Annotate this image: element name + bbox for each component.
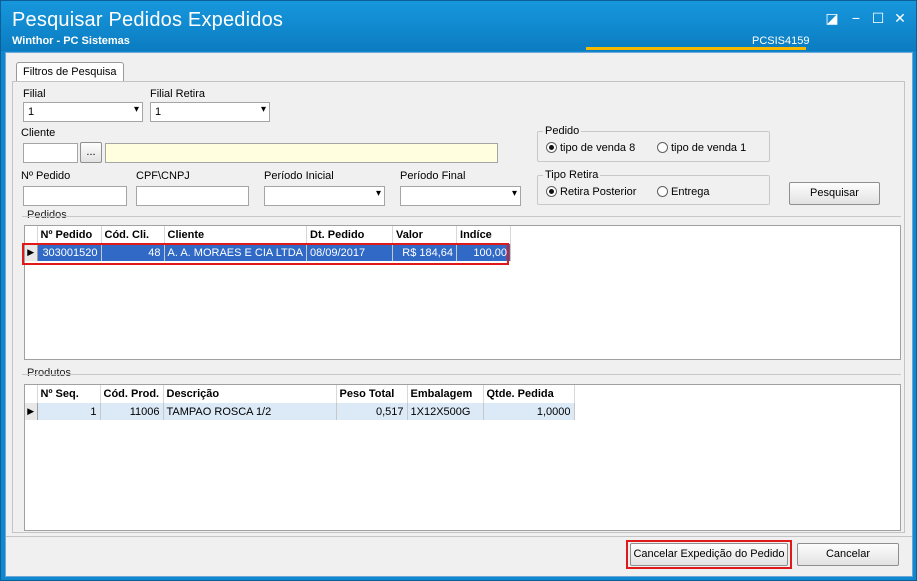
produtos-col-embalagem[interactable]: Embalagem [407,385,484,403]
produto-cell-nseq[interactable]: 1 [37,403,101,420]
radio-retira-posterior[interactable]: Retira Posterior [546,186,636,198]
pedidos-col-dtpedido[interactable]: Dt. Pedido [306,226,394,244]
periodo-inicial-select[interactable]: ▾ [264,186,385,206]
form-client-area: Filtros de Pesquisa Filial 1 ▾ Filial Re… [5,52,913,577]
filial-retira-value: 1 [155,106,162,118]
chevron-down-icon: ▾ [260,104,266,115]
cancelar-expedicao-highlight [626,540,792,569]
pedido-row-highlight [22,243,509,265]
pedidos-col-codcli[interactable]: Cód. Cli. [101,226,165,244]
pedido-group: Pedido tipo de venda 8 tipo de venda 1 [537,125,770,162]
window: Pesquisar Pedidos Expedidos Winthor - PC… [0,0,917,581]
radio-retira-posterior-label: Retira Posterior [560,186,637,198]
cliente-code-input[interactable] [23,143,78,163]
title-bar: Pesquisar Pedidos Expedidos Winthor - PC… [1,1,916,51]
cancelar-label: Cancelar [825,548,871,560]
npedido-label: Nº Pedido [21,170,71,182]
periodo-final-label: Período Final [400,170,466,182]
footer-separator [6,536,912,537]
produto-cell-embalagem[interactable]: 1X12X500G [407,403,484,420]
cpf-cnpj-label: CPF\CNPJ [136,170,190,182]
tab-filtros-de-pesquisa[interactable]: Filtros de Pesquisa [16,62,124,82]
pesquisar-button[interactable]: Pesquisar [789,182,880,205]
window-subtitle: Winthor - PC Sistemas [12,35,130,47]
tipo-retira-group-title: Tipo Retira [543,169,601,181]
filial-value: 1 [28,106,35,118]
radio-tipo-venda-8[interactable]: tipo de venda 8 [546,142,635,154]
radio-unchecked-icon [657,186,668,197]
chevron-down-icon: ▾ [133,104,139,115]
filial-label: Filial [23,88,46,100]
radio-entrega-label: Entrega [671,186,710,198]
filial-retira-label: Filial Retira [150,88,206,100]
radio-unchecked-icon [657,142,668,153]
radio-checked-icon [546,142,557,153]
cliente-name-field [105,143,498,163]
pedidos-header-row: Nº Pedido Cód. Cli. Cliente Dt. Pedido V… [25,226,512,244]
produto-cell-descricao[interactable]: TAMPAO ROSCA 1/2 [163,403,337,420]
produtos-header-indicator [25,385,38,403]
produtos-col-codprod[interactable]: Cód. Prod. [100,385,164,403]
npedido-input[interactable] [23,186,127,206]
cancelar-button[interactable]: Cancelar [797,543,899,566]
pesquisar-button-label: Pesquisar [810,187,859,199]
produtos-header-row: Nº Seq. Cód. Prod. Descrição Peso Total … [25,385,575,403]
pedidos-col-indice[interactable]: Indíce [456,226,512,244]
produtos-table: Nº Seq. Cód. Prod. Descrição Peso Total … [25,385,575,420]
close-icon[interactable]: ✕ [891,9,909,27]
tipo-retira-group: Tipo Retira Retira Posterior Entrega [537,169,770,205]
radio-tipo-venda-1-label: tipo de venda 1 [671,142,747,154]
radio-checked-icon [546,186,557,197]
minimize-icon[interactable]: − [847,9,865,27]
produtos-table-row[interactable]: ▶ 1 11006 TAMPAO ROSCA 1/2 0,517 1X12X50… [25,403,575,420]
cpf-cnpj-input[interactable] [136,186,249,206]
tab-panel-filtros: Filial 1 ▾ Filial Retira 1 ▾ Cliente ...… [12,81,905,533]
produtos-section-title: Produtos [27,367,72,379]
radio-tipo-venda-8-label: tipo de venda 8 [560,142,636,154]
produtos-col-nseq[interactable]: Nº Seq. [37,385,101,403]
produto-cell-pesototal[interactable]: 0,517 [336,403,408,420]
produto-cell-codprod[interactable]: 11006 [100,403,164,420]
produtos-separator [22,374,901,375]
cliente-label: Cliente [21,127,56,139]
periodo-inicial-label: Período Inicial [264,170,334,182]
routine-code-underline [586,47,806,50]
radio-entrega[interactable]: Entrega [657,186,710,198]
pedidos-col-cliente[interactable]: Cliente [164,226,308,244]
produtos-col-pesototal[interactable]: Peso Total [336,385,408,403]
pedidos-col-npedido[interactable]: Nº Pedido [37,226,102,244]
chevron-down-icon: ▾ [375,188,381,199]
filial-retira-select[interactable]: 1 ▾ [150,102,270,122]
produtos-col-qtdepedida[interactable]: Qtde. Pedida [483,385,575,403]
filial-select[interactable]: 1 ▾ [23,102,143,122]
pedidos-separator [22,216,901,217]
pedidos-header-indicator [25,226,38,244]
routine-code: PCSIS4159 [752,35,810,47]
periodo-final-select[interactable]: ▾ [400,186,521,206]
produtos-grid[interactable]: Nº Seq. Cód. Prod. Descrição Peso Total … [24,384,901,531]
pedido-group-title: Pedido [543,125,582,137]
maximize-icon[interactable]: ☐ [869,9,887,27]
window-title: Pesquisar Pedidos Expedidos [12,9,284,31]
chevron-down-icon: ▾ [511,188,517,199]
radio-tipo-venda-1[interactable]: tipo de venda 1 [657,142,746,154]
produto-cell-qtdepedida[interactable]: 1,0000 [483,403,575,420]
row-pointer-icon: ▶ [25,403,38,420]
pedidos-col-valor[interactable]: Valor [392,226,458,244]
produtos-col-descricao[interactable]: Descrição [163,385,337,403]
cliente-lookup-button[interactable]: ... [80,142,102,163]
pedidos-section-title: Pedidos [27,209,67,221]
resize-icon[interactable]: ◪ [823,9,841,27]
